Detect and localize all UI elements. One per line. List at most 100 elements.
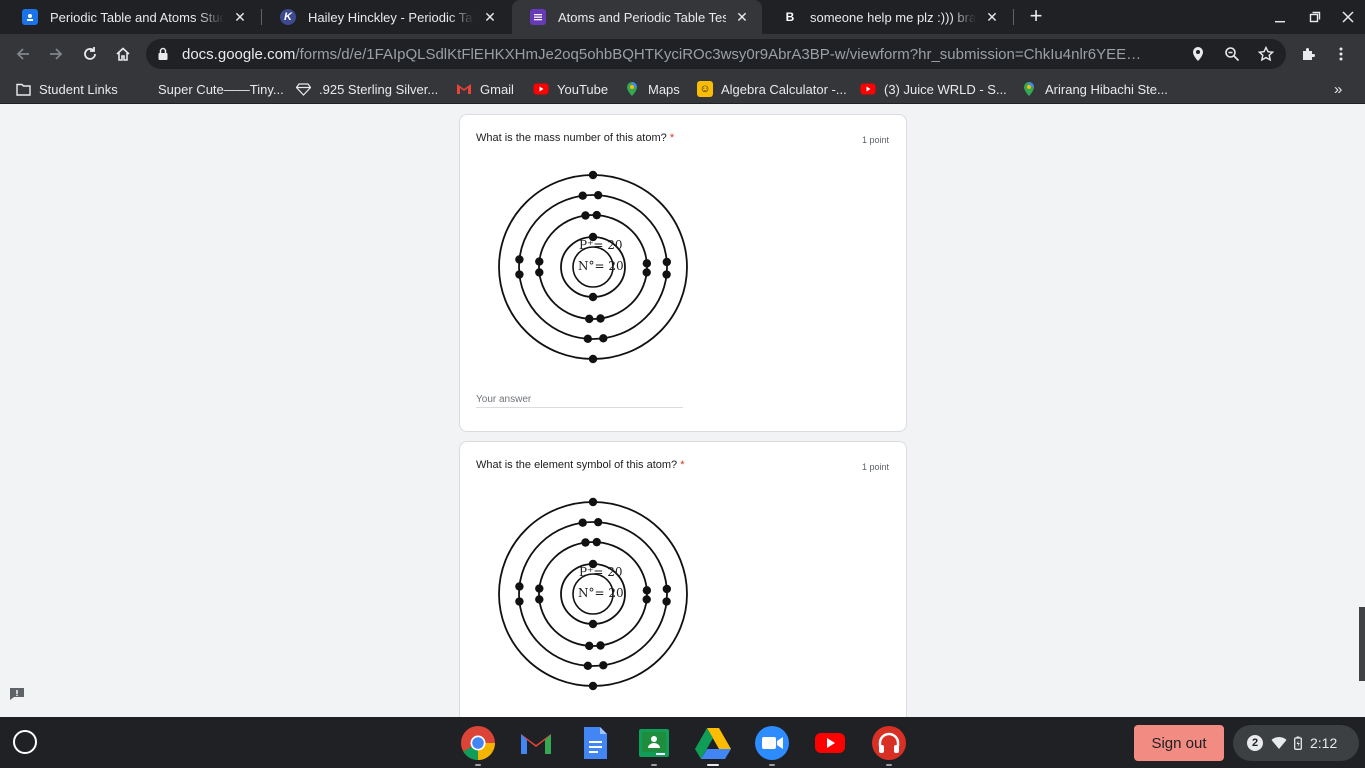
close-icon[interactable]: ✕ bbox=[482, 9, 498, 25]
electron-dot bbox=[642, 259, 652, 268]
answer-input[interactable] bbox=[476, 392, 683, 408]
tab-brainly[interactable]: B someone help me plz :))) brainliest ✕ bbox=[764, 0, 1012, 34]
required-asterisk: * bbox=[669, 132, 675, 144]
home-button[interactable] bbox=[109, 40, 137, 68]
scrollbar-thumb[interactable] bbox=[1359, 607, 1365, 681]
running-indicator bbox=[886, 764, 892, 766]
tab-title: Atoms and Periodic Table Test bbox=[558, 9, 726, 25]
electron-dot bbox=[592, 537, 601, 547]
home-icon bbox=[116, 47, 130, 61]
bookmark-algebra-calculator[interactable]: ☺ Algebra Calculator -... bbox=[697, 80, 847, 98]
tab-kami[interactable]: K Hailey Hinckley - Periodic Table and A… bbox=[262, 0, 510, 34]
google-docs-icon[interactable] bbox=[577, 725, 613, 761]
electron-dot bbox=[662, 270, 671, 279]
maps-icon bbox=[1021, 81, 1037, 97]
electron-dot bbox=[515, 582, 524, 591]
question-card-element-symbol: What is the element symbol of this atom?… bbox=[459, 441, 907, 717]
bookmark-label: Student Links bbox=[39, 81, 118, 97]
extensions-button[interactable] bbox=[1294, 40, 1322, 68]
forward-button[interactable] bbox=[42, 40, 70, 68]
bohr-model-atom-image: P⁺= 20 N°= 20 bbox=[488, 162, 698, 372]
launcher-button[interactable] bbox=[13, 730, 37, 754]
running-indicator bbox=[475, 764, 481, 766]
diamond-icon bbox=[295, 81, 311, 97]
electron-dot bbox=[515, 270, 524, 279]
running-indicator bbox=[707, 764, 719, 766]
reload-icon bbox=[84, 47, 96, 60]
bookmark-juice-wrld[interactable]: (3) Juice WRLD - S... bbox=[860, 80, 1007, 98]
maps-icon bbox=[624, 81, 640, 97]
browser-menu-button[interactable] bbox=[1327, 40, 1355, 68]
google-classroom-icon bbox=[22, 9, 38, 25]
back-button[interactable] bbox=[9, 40, 37, 68]
bookmark-maps[interactable]: Maps bbox=[624, 80, 680, 98]
neutrons-label: N°= 20 bbox=[578, 259, 624, 273]
tab-test-form[interactable]: Atoms and Periodic Table Test ✕ bbox=[512, 0, 762, 34]
gmail-icon[interactable] bbox=[518, 725, 554, 761]
bookmark-label: YouTube bbox=[557, 81, 609, 97]
google-drive-icon[interactable] bbox=[695, 725, 731, 766]
restore-button[interactable] bbox=[1298, 0, 1332, 34]
required-asterisk: * bbox=[680, 459, 685, 471]
new-tab-button[interactable]: + bbox=[1024, 5, 1048, 29]
tab-study-guide[interactable]: Periodic Table and Atoms Study Guide ✕ bbox=[4, 0, 260, 34]
minimize-button[interactable] bbox=[1263, 0, 1297, 34]
close-icon[interactable]: ✕ bbox=[734, 9, 750, 25]
bookmark-student-links[interactable]: Student Links bbox=[15, 80, 118, 98]
close-window-button[interactable] bbox=[1331, 0, 1365, 34]
google-forms-icon bbox=[530, 9, 546, 25]
electron-dot bbox=[588, 619, 598, 629]
electron-dot bbox=[593, 190, 603, 200]
google-classroom-icon[interactable] bbox=[636, 725, 672, 766]
bookmark-star-icon[interactable] bbox=[1257, 45, 1275, 63]
electron-dot bbox=[642, 268, 651, 277]
electron-dot bbox=[588, 681, 598, 691]
tab-title: Periodic Table and Atoms Study Guide bbox=[50, 9, 224, 25]
address-bar[interactable]: docs.google.com/forms/d/e/1FAIpQLSdlKtFl… bbox=[146, 39, 1286, 69]
bookmark-label: Maps bbox=[648, 81, 680, 97]
tab-strip: Periodic Table and Atoms Study Guide ✕ K… bbox=[0, 0, 1365, 34]
electron-dot bbox=[585, 641, 594, 651]
sign-out-button[interactable]: Sign out bbox=[1134, 725, 1224, 761]
electron-dot bbox=[588, 354, 598, 364]
status-tray[interactable]: 2 2:12 bbox=[1233, 725, 1359, 761]
electron-dot bbox=[588, 497, 598, 507]
bookmark-youtube[interactable]: YouTube bbox=[533, 80, 608, 98]
location-icon[interactable] bbox=[1189, 45, 1207, 63]
close-icon[interactable]: ✕ bbox=[984, 9, 1000, 25]
question-points: 1 point bbox=[861, 135, 889, 145]
bookmark-super-cute[interactable]: Super Cute——Tiny... bbox=[158, 80, 284, 98]
folder-icon bbox=[15, 81, 31, 97]
zoom-icon[interactable] bbox=[754, 725, 790, 766]
bookmark-label: Super Cute——Tiny... bbox=[158, 81, 284, 97]
calculator-icon: ☺ bbox=[697, 81, 713, 97]
headphones-app-icon[interactable] bbox=[871, 725, 907, 766]
youtube-icon[interactable] bbox=[812, 725, 848, 761]
url-text[interactable]: docs.google.com/forms/d/e/1FAIpQLSdlKtFl… bbox=[182, 46, 1142, 63]
electron-dot bbox=[578, 518, 587, 527]
zoom-icon[interactable] bbox=[1223, 45, 1241, 63]
running-indicator bbox=[769, 764, 775, 766]
youtube-icon bbox=[860, 81, 876, 97]
question-points: 1 point bbox=[861, 462, 889, 472]
reload-button[interactable] bbox=[76, 40, 104, 68]
bookmark-gmail[interactable]: Gmail bbox=[456, 80, 514, 98]
clock-time: 2:12 bbox=[1310, 735, 1338, 751]
electron-dot bbox=[578, 191, 587, 200]
brainly-icon: B bbox=[785, 10, 795, 24]
bookmark-sterling-silver[interactable]: .925 Sterling Silver... bbox=[295, 80, 438, 98]
bohr-model-atom-image: P⁺= 20 N°= 20 bbox=[488, 489, 698, 699]
bookmark-arirang-hibachi[interactable]: Arirang Hibachi Ste... bbox=[1021, 80, 1168, 98]
tab-title: Hailey Hinckley - Periodic Table and Ato… bbox=[308, 9, 474, 25]
electron-dot bbox=[662, 257, 672, 267]
bookmark-label: Arirang Hibachi Ste... bbox=[1045, 81, 1168, 97]
close-icon[interactable]: ✕ bbox=[232, 9, 248, 25]
page-scrollbar[interactable] bbox=[1359, 105, 1365, 717]
chrome-icon[interactable] bbox=[460, 725, 496, 766]
report-feedback-icon[interactable] bbox=[9, 687, 25, 701]
minimize-icon bbox=[1275, 21, 1285, 23]
forward-arrow-icon bbox=[50, 48, 63, 60]
wifi-icon bbox=[1271, 737, 1287, 749]
bookmarks-overflow-button[interactable]: » bbox=[1334, 80, 1342, 98]
electron-dot bbox=[592, 210, 601, 220]
